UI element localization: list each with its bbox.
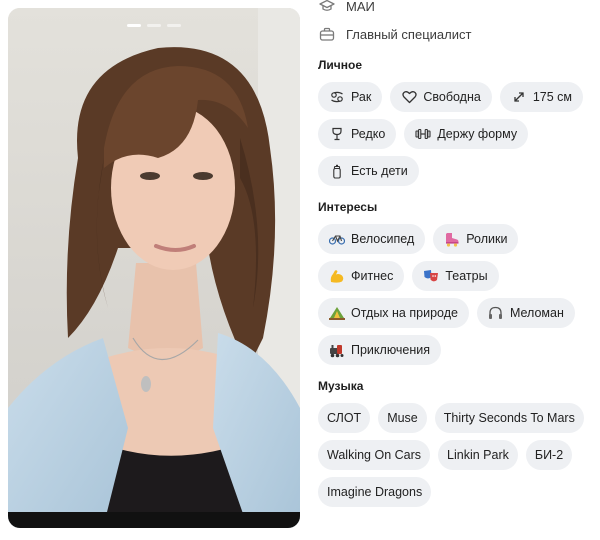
briefcase-icon — [318, 25, 336, 43]
chip-zodiac[interactable]: Рак — [318, 82, 383, 112]
job-row: Главный специалист — [318, 20, 600, 48]
story-indicator[interactable] — [127, 24, 141, 27]
section-title-personal: Личное — [318, 58, 363, 72]
locomotive-icon — [329, 342, 345, 358]
theater-masks-icon — [423, 268, 439, 284]
profile-info: МАИ Главный специалист Личное Рак Свобод… — [318, 0, 600, 507]
zodiac-cancer-icon — [329, 89, 345, 105]
graduation-cap-icon — [318, 0, 336, 15]
chip-label: Отдых на природе — [351, 306, 458, 320]
profile-photo[interactable] — [8, 8, 300, 528]
chip-label: Держу форму — [437, 127, 518, 141]
education-text: МАИ — [346, 0, 375, 14]
chip-height[interactable]: 175 см — [499, 82, 583, 112]
chip-label: Есть дети — [351, 164, 408, 178]
chip-interest[interactable]: Приключения — [318, 335, 442, 365]
job-text: Главный специалист — [346, 26, 472, 42]
chip-sport[interactable]: Держу форму — [404, 119, 529, 149]
chip-label: Свободна — [423, 90, 481, 104]
headphones-icon — [488, 305, 504, 321]
chip-alcohol[interactable]: Редко — [318, 119, 397, 149]
education-row: МАИ — [318, 0, 600, 20]
heart-icon — [401, 89, 417, 105]
chip-label: Редко — [351, 127, 386, 141]
flexed-biceps-icon — [329, 268, 345, 284]
section-title-interests: Интересы — [318, 200, 378, 214]
chip-interest[interactable]: Ролики — [433, 224, 519, 254]
chip-music[interactable]: Muse — [378, 403, 427, 433]
wine-glass-icon — [329, 126, 345, 142]
bicycle-icon — [329, 231, 345, 247]
chip-children[interactable]: Есть дети — [318, 156, 419, 186]
profile-photo-image — [8, 8, 300, 528]
story-indicator[interactable] — [147, 24, 161, 27]
chip-interest[interactable]: Отдых на природе — [318, 298, 469, 328]
chip-label: 175 см — [532, 90, 572, 104]
chip-music[interactable]: Walking On Cars — [318, 440, 431, 470]
chip-interest[interactable]: Театры — [412, 261, 499, 291]
height-arrows-icon — [511, 89, 527, 105]
photo-bottom-bar — [8, 512, 300, 528]
chip-music[interactable]: Linkin Park — [438, 440, 518, 470]
music-chips: СЛОТ Muse Thirty Seconds To Mars Walking… — [318, 403, 600, 507]
chip-interest[interactable]: Меломан — [476, 298, 575, 328]
chip-music[interactable]: Imagine Dragons — [318, 477, 432, 507]
chip-interest[interactable]: Велосипед — [318, 224, 426, 254]
chip-label: Велосипед — [351, 232, 415, 246]
camping-icon — [329, 305, 345, 321]
chip-music[interactable]: Thirty Seconds To Mars — [434, 403, 584, 433]
chip-label: Ролики — [466, 232, 508, 246]
chip-music[interactable]: СЛОТ — [318, 403, 371, 433]
baby-bottle-icon — [329, 163, 345, 179]
chip-label: Меломан — [509, 306, 564, 320]
photo-story-indicators — [8, 24, 300, 27]
chip-label: Фитнес — [351, 269, 394, 283]
chip-interest[interactable]: Фитнес — [318, 261, 405, 291]
chip-label: Приключения — [351, 343, 431, 357]
roller-skate-icon — [444, 231, 460, 247]
dumbbell-icon — [415, 126, 431, 142]
chip-label: Театры — [445, 269, 488, 283]
chip-relationship[interactable]: Свободна — [390, 82, 492, 112]
interest-chips: Велосипед Ролики Фитнес Театры Отдых на … — [318, 224, 600, 365]
personal-chips: Рак Свободна 175 см Редко Держу форму Ес… — [318, 82, 600, 186]
story-indicator[interactable] — [167, 24, 181, 27]
chip-music[interactable]: БИ-2 — [525, 440, 573, 470]
section-title-music: Музыка — [318, 379, 364, 393]
chip-label: Рак — [351, 90, 372, 104]
